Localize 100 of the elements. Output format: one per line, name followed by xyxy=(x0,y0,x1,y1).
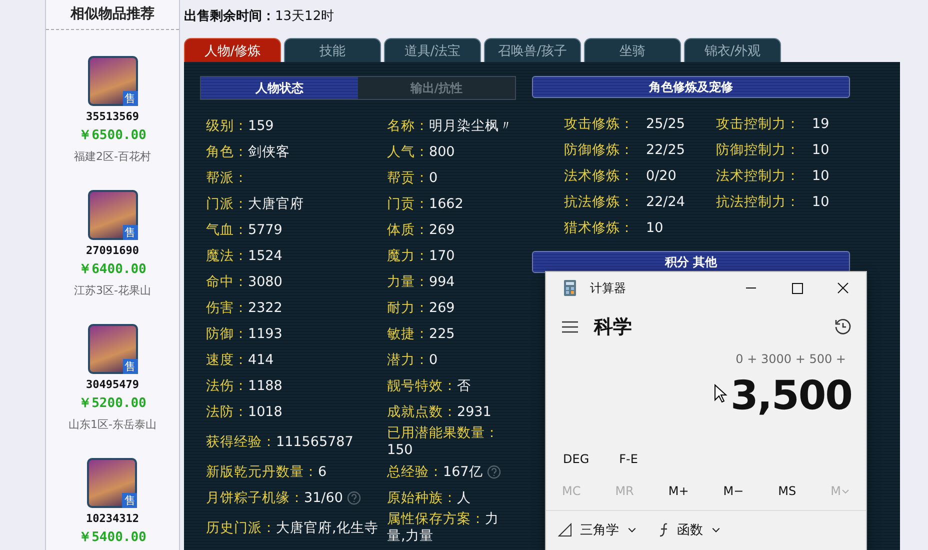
stat-text: 月饼粽子机缘：31/60 xyxy=(206,490,343,506)
help-icon[interactable] xyxy=(346,491,361,505)
avatar-placeholder[interactable]: 售 xyxy=(87,458,138,508)
subtab[interactable]: 人物状态 xyxy=(201,77,358,99)
avatar-placeholder[interactable]: 售 xyxy=(88,190,138,240)
server-name: 江苏3区-花果山 xyxy=(74,283,151,298)
avatar-placeholder[interactable]: 售 xyxy=(88,324,138,374)
window-title: 计算器 xyxy=(590,280,626,296)
stat-text: 体质：269 xyxy=(387,222,455,238)
sale-badge: 售 xyxy=(122,91,138,106)
tab[interactable]: 坐骑 xyxy=(584,38,681,62)
section-header: 角色修炼及宠修 xyxy=(532,76,850,98)
tab[interactable]: 道具/法宝 xyxy=(384,38,481,62)
sale-time-text: 出售剩余时间：13天12时 xyxy=(184,8,334,25)
function-icon xyxy=(659,523,669,537)
stat-text: 帮贡：0 xyxy=(387,170,438,186)
memory-button[interactable]: MS xyxy=(778,484,796,498)
stat-text: 名称：明月染尘枫〃 xyxy=(387,118,513,134)
avatar-placeholder[interactable]: 售 xyxy=(88,56,138,106)
stat-text: 获得经验：111565787 xyxy=(206,434,354,450)
chevron-icon xyxy=(840,486,850,496)
stat-label: 法术控制力： xyxy=(716,167,801,186)
option-button[interactable]: F-E xyxy=(619,452,638,466)
calculator-icon xyxy=(564,280,576,296)
stat-text: 门派：大唐官府 xyxy=(206,196,304,212)
server-name: 山东1区-东岳泰山 xyxy=(68,417,156,432)
option-button[interactable]: DEG xyxy=(563,452,590,466)
stat-text: 靓号特效：否 xyxy=(387,378,471,394)
stat-text: 总经验：167亿 xyxy=(387,464,483,480)
stat-label: 抗法控制力： xyxy=(716,193,801,212)
stat-text: 法防：1018 xyxy=(206,404,282,420)
stat-value: 25/25 xyxy=(646,115,686,134)
sale-badge: 售 xyxy=(122,493,138,508)
tab[interactable]: 技能 xyxy=(284,38,381,62)
item-price: ￥5400.00 xyxy=(78,529,146,546)
memory-button[interactable]: M+ xyxy=(668,484,689,498)
stat-value: 22/24 xyxy=(646,193,686,212)
stat-text: 防御：1193 xyxy=(206,326,282,342)
mode-title: 科学 xyxy=(594,315,632,340)
item-price: ￥6500.00 xyxy=(78,127,146,144)
item-price: ￥5200.00 xyxy=(78,395,146,412)
menu-icon[interactable] xyxy=(562,321,578,333)
expression-text: 0 + 3000 + 500 + xyxy=(736,352,846,366)
menu-dropdown[interactable]: 函数 xyxy=(659,521,721,539)
history-icon[interactable] xyxy=(834,318,852,336)
stat-value: 10 xyxy=(646,219,664,238)
stat-label: 帮派： xyxy=(206,170,248,186)
sidebar-title: 相似物品推荐 xyxy=(46,0,179,30)
stat-label: 攻击控制力： xyxy=(716,115,801,134)
stat-text: 级别：159 xyxy=(206,118,274,134)
item-id[interactable]: 30495479 xyxy=(86,378,139,391)
sale-badge: 售 xyxy=(122,225,138,240)
item-id[interactable]: 35513569 xyxy=(86,110,139,123)
stat-text: 门贡：1662 xyxy=(387,196,464,212)
stat-value: 22/25 xyxy=(646,141,686,160)
chevron-icon xyxy=(711,525,721,535)
chevron-icon xyxy=(627,525,637,535)
stat-value: 10 xyxy=(812,167,830,186)
stat-text: 人气：800 xyxy=(387,144,455,160)
mouse-cursor-icon xyxy=(714,384,728,404)
sale-badge: 售 xyxy=(122,359,138,374)
item-id[interactable]: 10234312 xyxy=(86,512,139,525)
stat-label: 猎术修炼： xyxy=(564,219,635,238)
stat-text: 伤害：2322 xyxy=(206,300,282,316)
stat-value: 10 xyxy=(812,193,830,212)
menu-dropdown[interactable]: 三角学 xyxy=(558,521,637,539)
triangle-icon xyxy=(558,523,572,537)
stat-value: 0/20 xyxy=(646,167,678,186)
tab[interactable]: 人物/修炼 xyxy=(184,38,281,62)
stat-text: 速度：414 xyxy=(206,352,274,368)
stat-label: 法术修炼： xyxy=(564,167,635,186)
stat-text: 成就点数：2931 xyxy=(387,404,492,420)
stat-text: 属性保存方案：力量,力量 xyxy=(387,511,500,545)
stat-text: 魔法：1524 xyxy=(206,248,282,264)
stat-text: 命中：3080 xyxy=(206,274,282,290)
help-icon[interactable] xyxy=(486,465,501,479)
stat-text: 原始种族：人 xyxy=(387,490,471,506)
tab[interactable]: 召唤兽/孩子 xyxy=(484,38,581,62)
memory-button[interactable]: M− xyxy=(723,484,744,498)
stat-text: 气血：5779 xyxy=(206,222,282,238)
server-name: 福建2区-百花村 xyxy=(74,149,151,164)
stat-value: 10 xyxy=(812,141,830,160)
stat-label: 攻击修炼： xyxy=(564,115,635,134)
stat-value: 19 xyxy=(812,115,830,134)
stat-text: 新版乾元丹数量：6 xyxy=(206,464,327,480)
stat-text: 耐力：269 xyxy=(387,300,455,316)
stat-text: 历史门派：大唐官府,化生寺 xyxy=(206,520,378,536)
stat-text: 潜力：0 xyxy=(387,352,438,368)
stat-label: 防御控制力： xyxy=(716,141,801,160)
stat-text: 敏捷：225 xyxy=(387,326,455,342)
item-id[interactable]: 27091690 xyxy=(86,244,139,257)
stat-text: 法伤：1188 xyxy=(206,378,282,394)
result-display: 3,500 xyxy=(730,373,852,419)
tab[interactable]: 锦衣/外观 xyxy=(684,38,781,62)
stat-text: 已用潜能果数量： 150 xyxy=(387,425,500,459)
section-header: 积分 其他 xyxy=(532,251,850,273)
stat-text: 力量：994 xyxy=(387,274,455,290)
item-price: ￥6400.00 xyxy=(78,261,146,278)
stat-text: 魔力：170 xyxy=(387,248,455,264)
stat-label: 抗法修炼： xyxy=(564,193,635,212)
